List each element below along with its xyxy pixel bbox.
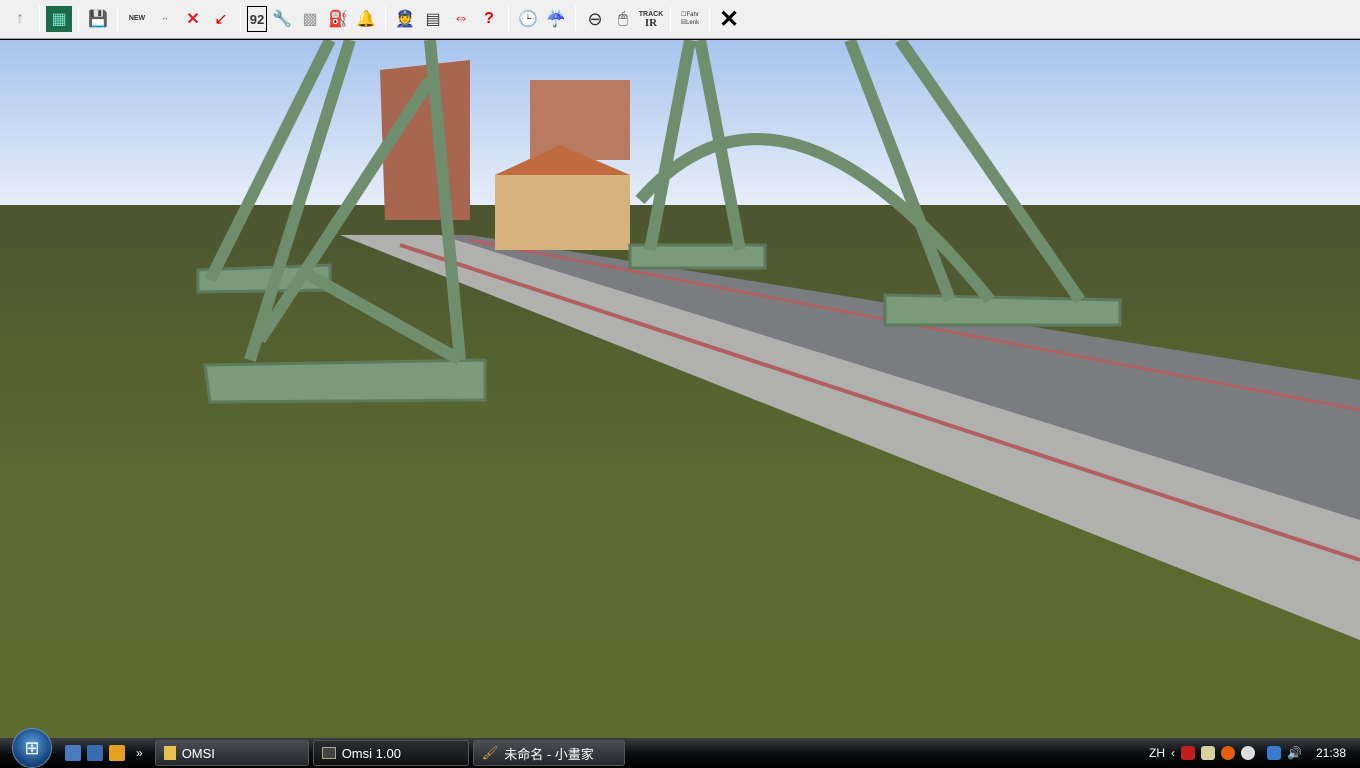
task-paint[interactable]: 🖌 未命名 - 小畫家 bbox=[472, 740, 625, 766]
fahr-label: ☐Fahr bbox=[681, 12, 699, 18]
divider bbox=[240, 6, 241, 32]
ticket-icon[interactable]: ▩ bbox=[297, 6, 323, 32]
pointer-icon[interactable]: ↙ bbox=[208, 6, 234, 32]
swap-label: ↔ bbox=[161, 15, 169, 22]
help-icon[interactable]: ? bbox=[476, 6, 502, 32]
swap-bus-icon[interactable]: ↔ bbox=[152, 6, 178, 32]
windows-logo-icon: ⊞ bbox=[24, 737, 40, 758]
driver-icon[interactable]: 👮 bbox=[392, 6, 418, 32]
clock[interactable]: 21:38 bbox=[1316, 746, 1346, 760]
divider bbox=[575, 6, 576, 32]
steering-wheel-icon[interactable]: ⊖ bbox=[582, 6, 608, 32]
divider bbox=[709, 6, 710, 32]
system-tray: ZH ‹ 🔊 21:38 bbox=[1149, 738, 1360, 768]
network-icon[interactable] bbox=[1267, 746, 1282, 760]
task-omsi-app[interactable]: Omsi 1.00 bbox=[312, 740, 469, 766]
pdf-tray-icon[interactable] bbox=[1181, 746, 1196, 760]
task-label: 未命名 - 小畫家 bbox=[504, 746, 594, 762]
divider bbox=[385, 6, 386, 32]
mouse-icon[interactable]: 🖱 bbox=[610, 6, 636, 32]
clock-icon[interactable]: 🕒 bbox=[515, 6, 541, 32]
quicklaunch-overflow[interactable]: » bbox=[136, 746, 143, 760]
switch-windows-icon[interactable] bbox=[87, 745, 103, 761]
fuel-icon[interactable]: ⛽ bbox=[325, 6, 351, 32]
divider bbox=[117, 6, 118, 32]
trackir-label-2: IR bbox=[644, 17, 658, 29]
divider bbox=[39, 6, 40, 32]
scanner-tray-icon[interactable] bbox=[1201, 746, 1216, 760]
route-number-icon[interactable]: 92 bbox=[247, 6, 267, 32]
task-label: Omsi 1.00 bbox=[341, 745, 401, 761]
weather-icon[interactable]: ☔ bbox=[543, 6, 569, 32]
omsi-app-icon bbox=[321, 747, 336, 759]
divider bbox=[670, 6, 671, 32]
task-label: OMSI bbox=[181, 745, 215, 761]
divider bbox=[78, 6, 79, 32]
up-arrow-icon[interactable]: ↑ bbox=[7, 6, 33, 32]
save-icon[interactable]: 💾 bbox=[85, 6, 111, 32]
volume-icon[interactable]: 🔊 bbox=[1287, 746, 1302, 760]
wrench-icon[interactable]: 🔧 bbox=[269, 6, 295, 32]
mouse-tray-icon[interactable] bbox=[1241, 746, 1256, 760]
tray-expand-icon[interactable]: ‹ bbox=[1171, 746, 1175, 760]
start-button[interactable]: ⊞ bbox=[12, 728, 52, 768]
new-bus-icon[interactable]: NEW bbox=[124, 6, 150, 32]
app-tray-icon[interactable] bbox=[1221, 746, 1236, 760]
lenk-label: ☒Lenk bbox=[680, 20, 700, 26]
remove-bus-icon[interactable]: ✕ bbox=[180, 6, 206, 32]
new-label: NEW bbox=[128, 15, 146, 22]
media-player-icon[interactable] bbox=[109, 745, 125, 761]
mode-checkbox-icon[interactable]: ☐Fahr ☒Lenk bbox=[677, 6, 703, 32]
task-omsi-folder[interactable]: OMSI bbox=[154, 740, 309, 766]
paint-icon: 🖌 bbox=[481, 745, 499, 760]
map-icon[interactable]: ▦ bbox=[46, 6, 72, 32]
ai-swap-icon[interactable]: ⇔ bbox=[448, 6, 474, 32]
close-icon[interactable]: ✕ bbox=[716, 6, 742, 33]
game-toolbar: ↑ ▦ 💾 NEW ↔ ✕ ↙ 92 🔧 ▩ ⛽ 🔔 👮 ▤ ⇔ ? 🕒 ☔ ⊖… bbox=[0, 0, 1360, 39]
folder-icon bbox=[163, 746, 176, 760]
windows-taskbar: ⊞ » OMSI Omsi 1.00 🖌 未命名 - 小畫家 ZH ‹ 🔊 21:… bbox=[0, 728, 1360, 768]
language-indicator[interactable]: ZH bbox=[1149, 746, 1165, 760]
trackir-icon[interactable]: TRACK IR bbox=[638, 6, 664, 32]
3d-viewport[interactable] bbox=[0, 40, 1360, 738]
bell-icon[interactable]: 🔔 bbox=[353, 6, 379, 32]
timetable-icon[interactable]: ▤ bbox=[420, 6, 446, 32]
show-desktop-icon[interactable] bbox=[65, 745, 81, 761]
divider bbox=[508, 6, 509, 32]
